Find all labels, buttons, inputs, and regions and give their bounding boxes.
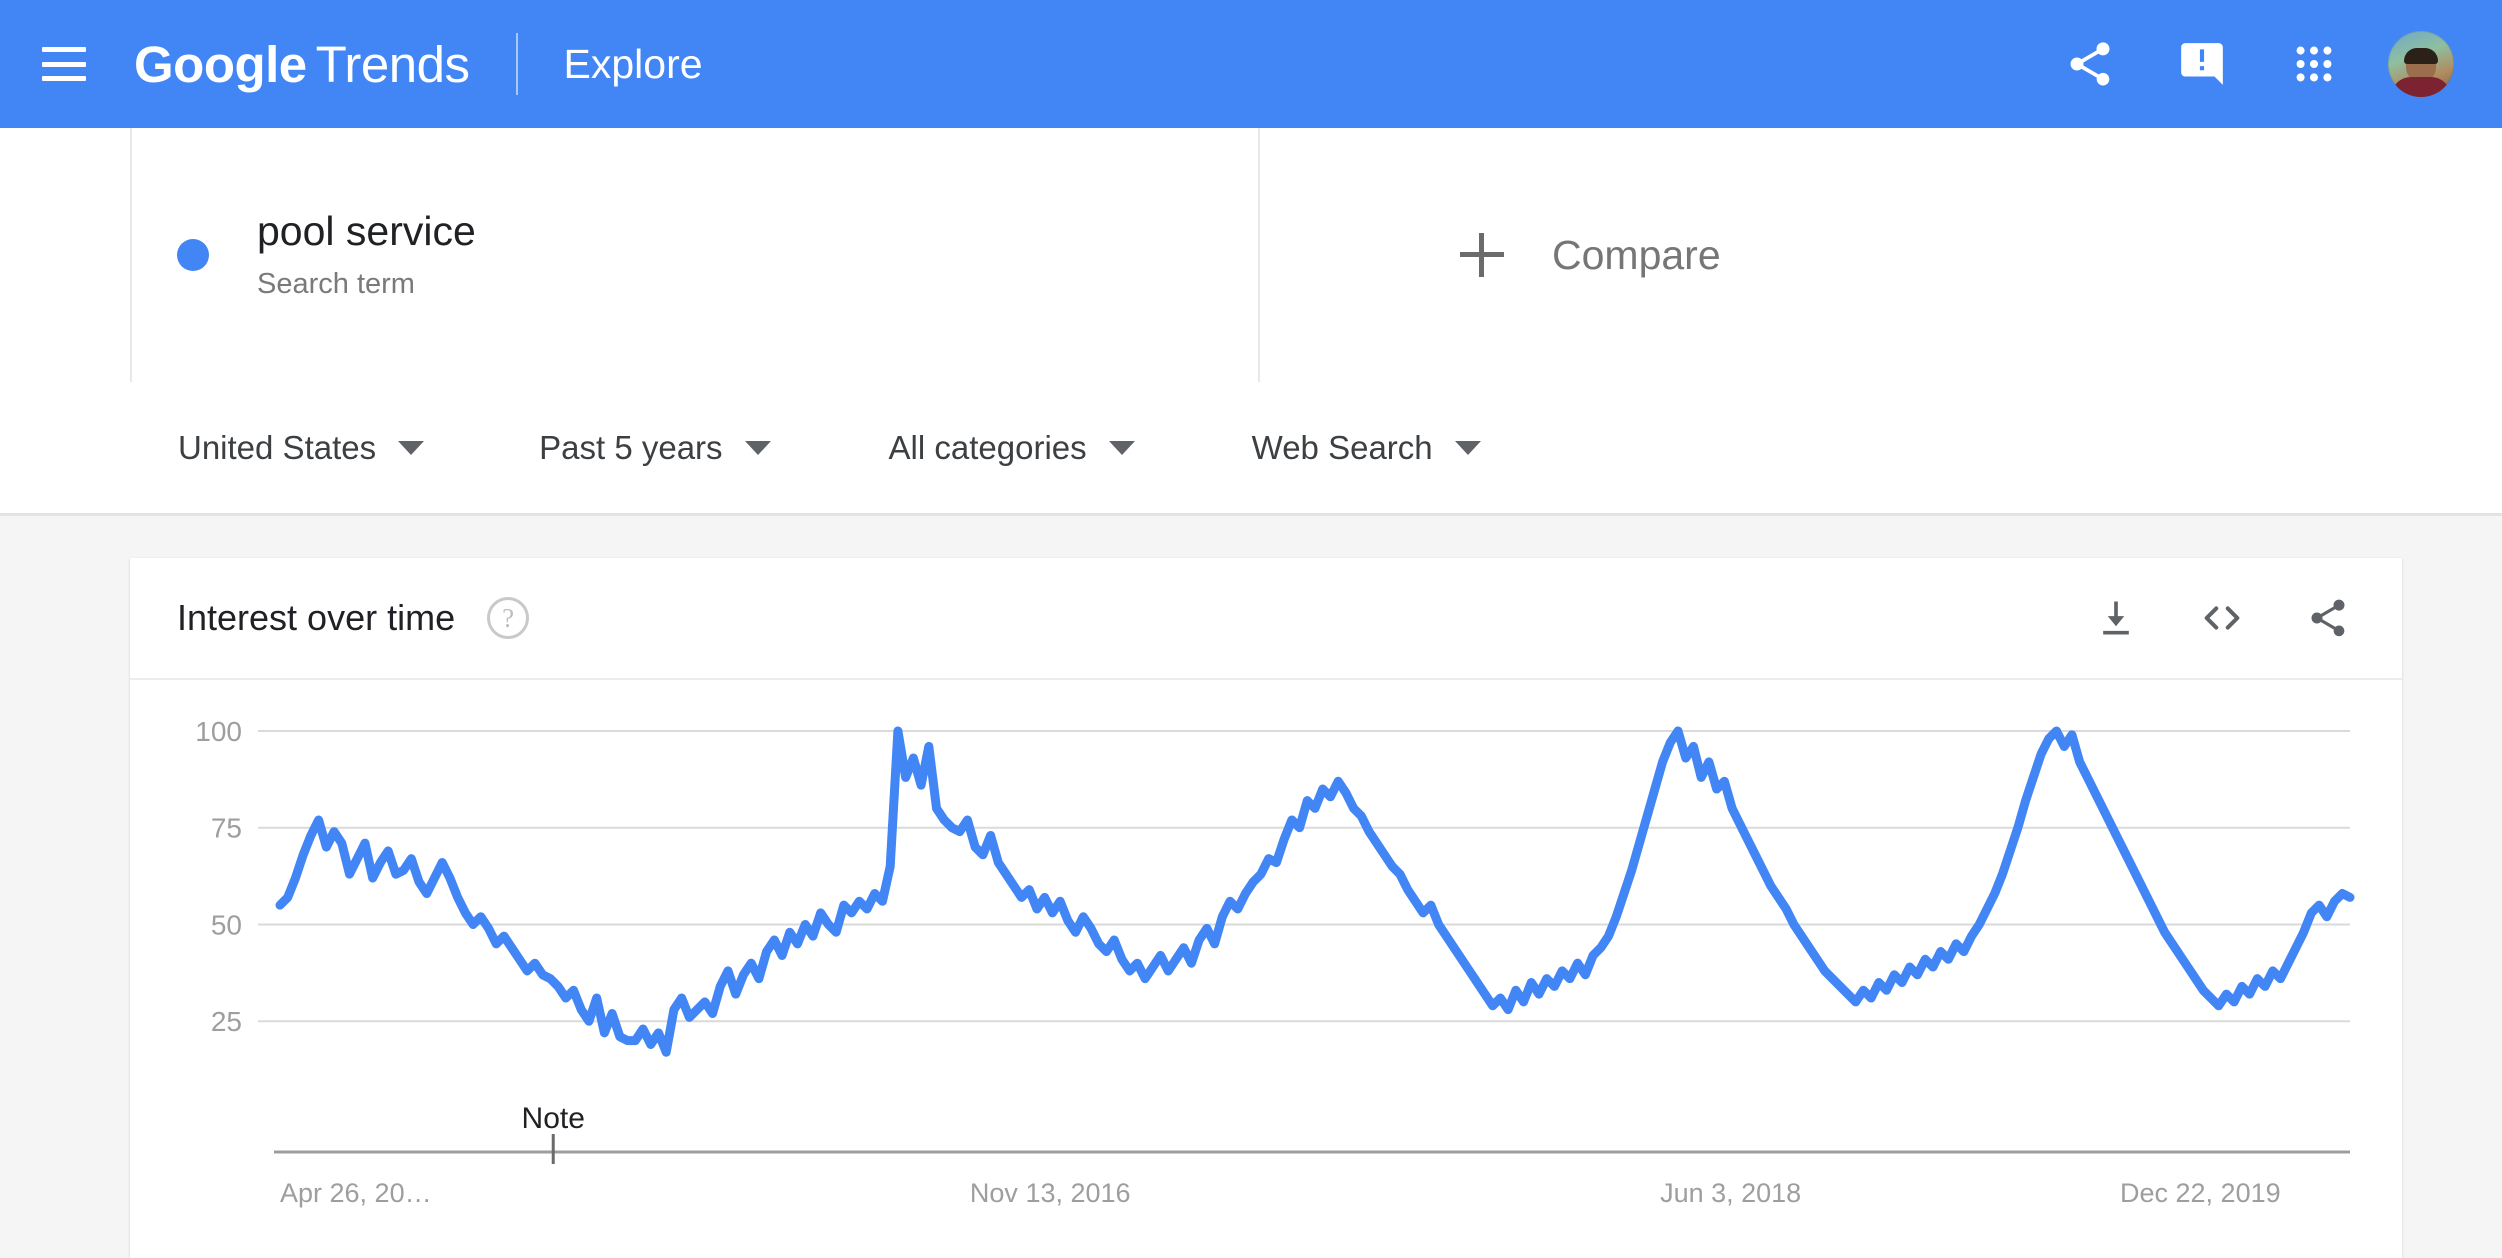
filter-timeframe-label: Past 5 years xyxy=(539,428,723,466)
appbar-divider xyxy=(515,33,518,95)
compare-label: Compare xyxy=(1552,231,1721,278)
filter-location[interactable]: United States xyxy=(0,381,484,515)
y-axis-tick-label: 50 xyxy=(211,909,242,940)
compare-card[interactable]: Compare xyxy=(1260,128,2502,382)
share-glyph xyxy=(2070,42,2110,86)
series-color-dot xyxy=(177,239,209,271)
filter-search-type[interactable]: Web Search xyxy=(1195,381,1541,515)
chevron-down-icon xyxy=(744,440,771,455)
menu-line xyxy=(42,61,86,67)
avatar-hair xyxy=(2404,48,2438,65)
share-glyph xyxy=(2311,599,2345,637)
search-terms-row: pool service Search term Compare xyxy=(0,128,2502,382)
explore-title: Explore xyxy=(563,40,703,87)
card-title: Interest over time xyxy=(177,597,456,638)
x-axis-tick-label: Dec 22, 2019 xyxy=(2120,1178,2281,1208)
filter-timeframe[interactable]: Past 5 years xyxy=(484,381,830,515)
menu-line xyxy=(42,76,86,81)
feedback-glyph xyxy=(2181,43,2223,85)
x-axis-tick-label: Apr 26, 20… xyxy=(280,1178,432,1208)
y-axis-tick-label: 100 xyxy=(195,716,242,747)
card-header: Interest over time ? xyxy=(130,558,2402,680)
download-glyph xyxy=(2103,601,2129,635)
chart-note-label[interactable]: Note xyxy=(522,1102,585,1135)
y-axis-tick-label: 25 xyxy=(211,1006,242,1037)
x-axis-tick-label: Jun 3, 2018 xyxy=(1660,1178,1801,1208)
avatar[interactable] xyxy=(2388,31,2454,97)
app-bar: Google Trends Explore xyxy=(0,0,2502,128)
interest-over-time-card: Interest over time ? 25 50 75 100 Apr 26, 20… xyxy=(130,558,2402,1258)
chevron-down-icon xyxy=(1108,440,1135,455)
hamburger-menu-icon[interactable] xyxy=(42,47,86,81)
google-trends-logo[interactable]: Google Trends xyxy=(134,35,470,94)
appbar-actions xyxy=(2034,8,2502,120)
search-term-texts: pool service Search term xyxy=(257,207,476,301)
avatar-shirt xyxy=(2391,77,2451,97)
filter-search-type-label: Web Search xyxy=(1251,428,1433,466)
download-icon[interactable] xyxy=(2090,592,2142,644)
chart-line-series xyxy=(275,726,2355,1057)
share-icon[interactable] xyxy=(2302,592,2354,644)
apps-grid-glyph xyxy=(2296,46,2332,82)
brand-google-text: Google xyxy=(134,35,307,93)
apps-grid-icon[interactable] xyxy=(2258,8,2370,120)
interest-over-time-chart[interactable]: 25 50 75 100 Apr 26, 20… Nov 13, 2016 Jun 3, 2… xyxy=(130,680,2402,1258)
x-axis-tick-label: Nov 13, 2016 xyxy=(970,1178,1131,1208)
share-icon[interactable] xyxy=(2034,8,2146,120)
filter-category[interactable]: All categories xyxy=(831,381,1195,515)
help-circle-icon[interactable]: ? xyxy=(487,597,530,639)
search-term-card[interactable]: pool service Search term xyxy=(130,128,1260,382)
embed-code-icon[interactable] xyxy=(2196,592,2248,644)
menu-line xyxy=(42,47,86,52)
plus-icon xyxy=(1460,233,1504,277)
chart-plot-area[interactable]: 25 50 75 100 Apr 26, 20… Nov 13, 2016 Jun 3, 2… xyxy=(130,680,2402,1258)
filter-bar: United States Past 5 years All categorie… xyxy=(0,382,2502,516)
filter-category-label: All categories xyxy=(888,428,1087,466)
search-term-subtitle: Search term xyxy=(257,268,415,301)
brand-trends-text: Trends xyxy=(315,35,470,93)
chevron-down-icon xyxy=(1454,440,1481,455)
card-actions xyxy=(2090,592,2402,644)
y-axis-tick-label: 75 xyxy=(211,813,242,844)
filter-location-label: United States xyxy=(178,428,377,466)
chevron-down-icon xyxy=(398,440,425,455)
search-term-title: pool service xyxy=(257,207,476,254)
feedback-icon[interactable] xyxy=(2146,8,2258,120)
embed-glyph xyxy=(2204,606,2240,630)
